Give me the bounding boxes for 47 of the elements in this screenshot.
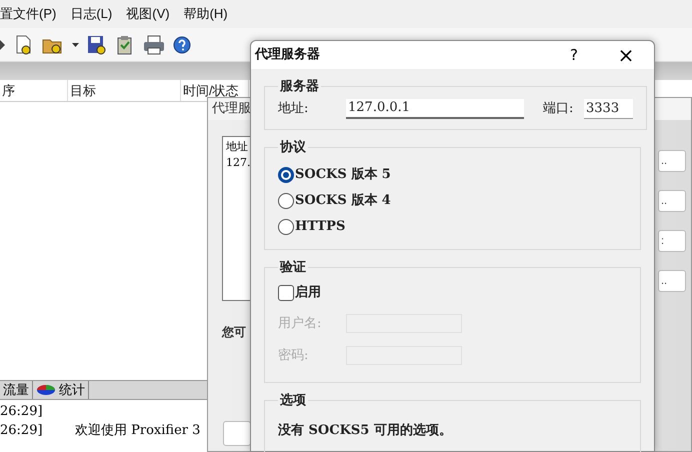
dialog-button[interactable]: ..: [658, 150, 686, 172]
menu-item[interactable]: 帮助(H): [184, 4, 228, 24]
close-button[interactable]: ×: [614, 40, 638, 70]
log-time: 26:29]: [0, 422, 44, 440]
field-label: 端口:: [543, 100, 574, 118]
field-label: 密码:: [278, 346, 310, 365]
field-label: 用户名:: [278, 314, 322, 333]
column-header[interactable]: 目标: [68, 80, 181, 101]
radio-option[interactable]: SOCKS 版本 4: [278, 192, 627, 210]
menu-item[interactable]: 日志(L): [70, 4, 112, 24]
dialog-button[interactable]: ..: [658, 190, 686, 212]
group-title: 选项: [279, 392, 307, 410]
group-title: 服务器: [278, 78, 320, 96]
dialog-button[interactable]: [223, 421, 251, 446]
save-icon[interactable]: [87, 34, 107, 54]
checkbox-option[interactable]: 启用: [278, 284, 627, 302]
options-text: 没有 SOCKS5 可用的选项。: [278, 422, 453, 440]
checkbox[interactable]: [278, 284, 294, 300]
list-text: 地址: [226, 139, 249, 155]
column-header[interactable]: 序: [0, 80, 68, 101]
panel-tab[interactable]: 统计: [33, 381, 89, 399]
note-text: 您可: [222, 324, 246, 341]
printer-icon[interactable]: [143, 34, 165, 54]
dropdown-icon[interactable]: [72, 42, 79, 46]
help-icon[interactable]: [173, 36, 191, 54]
dialog-title: 代理服务器: [255, 46, 321, 64]
group-title: 协议: [279, 138, 307, 157]
radio-button[interactable]: [278, 166, 294, 182]
dialog-button[interactable]: ..: [658, 270, 686, 292]
pie-chart-icon: [36, 384, 56, 396]
radio-button[interactable]: [278, 192, 294, 208]
dialog-title: 代理服: [212, 100, 251, 118]
menu-item[interactable]: 置文件(P): [0, 4, 56, 24]
port-field[interactable]: 3333: [584, 98, 633, 118]
log-time: 26:29]: [0, 402, 44, 421]
address-field[interactable]: 127.0.0.1: [346, 98, 524, 118]
panel-tab[interactable]: 流量: [0, 381, 33, 399]
help-button[interactable]: ?: [562, 44, 586, 66]
list-text: 127.: [226, 155, 252, 171]
dialog-button[interactable]: :: [658, 230, 686, 252]
group-title: 验证: [278, 259, 307, 277]
log-message: 欢迎使用 Proxifier 3: [75, 422, 200, 440]
radio-option[interactable]: HTTPS: [278, 218, 627, 236]
radio-option[interactable]: SOCKS 版本 5: [278, 166, 627, 184]
field-label: 地址:: [278, 100, 310, 118]
menu-item[interactable]: 视图(V): [126, 4, 170, 24]
radio-button[interactable]: [278, 218, 294, 234]
